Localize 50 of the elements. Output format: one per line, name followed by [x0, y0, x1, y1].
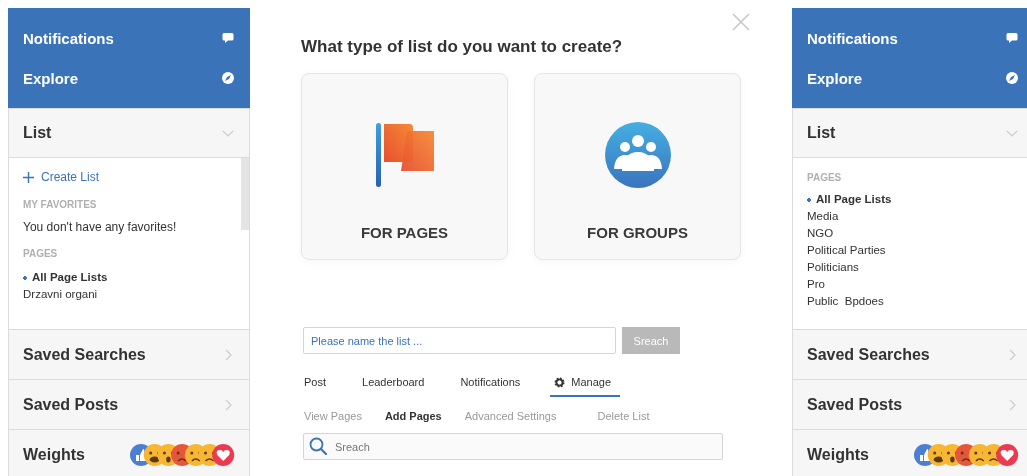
nav-link[interactable]: Notifications: [23, 29, 114, 47]
nav-link[interactable]: Explore: [23, 69, 79, 87]
list-type-card[interactable]: FOR GROUPS: [534, 73, 741, 260]
compass-icon: [1006, 72, 1018, 84]
section-title: List: [23, 124, 52, 142]
page-list-item[interactable]: Political Parties: [807, 242, 1019, 259]
page-list-item[interactable]: Politicians: [807, 259, 1019, 276]
section-header[interactable]: Weights: [8, 430, 250, 476]
section-header[interactable]: Weights: [792, 430, 1027, 476]
section-header[interactable]: Saved Searches: [8, 330, 250, 380]
tab[interactable]: Post: [304, 376, 326, 397]
empty-message: You don't have any favorites!: [23, 220, 178, 234]
close-icon[interactable]: [732, 13, 750, 31]
page-list-item[interactable]: NGO: [807, 225, 1019, 242]
list-name-field[interactable]: Please name the list ...: [303, 327, 616, 354]
flag-icon: [374, 122, 435, 188]
chat-icon: [1006, 32, 1018, 44]
page-list-item[interactable]: Media: [807, 208, 1019, 225]
tab-label: Post: [304, 376, 326, 388]
page-list-item[interactable]: Pro: [807, 276, 1019, 293]
dialog-title: What type of list do you want to create?: [301, 37, 624, 57]
list-type-card[interactable]: FOR PAGES: [301, 73, 508, 260]
tab[interactable]: Leaderboard: [362, 376, 425, 397]
tab[interactable]: Manage: [550, 376, 621, 397]
tab[interactable]: Notifications: [460, 376, 521, 397]
settings-icon: [554, 376, 566, 388]
section-header[interactable]: Saved Searches: [792, 330, 1027, 380]
section-header[interactable]: Saved Posts: [792, 380, 1027, 430]
list-section-header[interactable]: List: [792, 108, 1027, 158]
chat-icon: [222, 32, 234, 44]
tab-label: Notifications: [460, 376, 521, 388]
subtab[interactable]: Add Pages: [384, 410, 442, 422]
list-section-header[interactable]: List: [8, 108, 250, 158]
section-title: List: [807, 124, 836, 142]
group-heading: PAGES: [23, 248, 59, 259]
plus-icon: [23, 171, 34, 183]
scrollbar-thumb[interactable]: [241, 158, 249, 230]
page-list-item[interactable]: Public Bpdoes: [807, 293, 1019, 310]
nav-link[interactable]: Notifications: [807, 29, 898, 47]
search-field[interactable]: Sreach: [303, 433, 723, 460]
group-heading: PAGES: [807, 172, 843, 183]
tab-label: Leaderboard: [362, 376, 425, 388]
group-icon: [604, 122, 671, 188]
section-header[interactable]: Saved Posts: [8, 380, 250, 430]
nav-link[interactable]: Explore: [807, 69, 863, 87]
compass-icon: [222, 72, 234, 84]
create-list-link[interactable]: Create List: [23, 170, 235, 184]
page-list-item[interactable]: Drzavni organi: [23, 286, 235, 303]
tab-label: Manage: [571, 376, 612, 388]
group-heading: MY FAVORITES: [23, 199, 98, 210]
